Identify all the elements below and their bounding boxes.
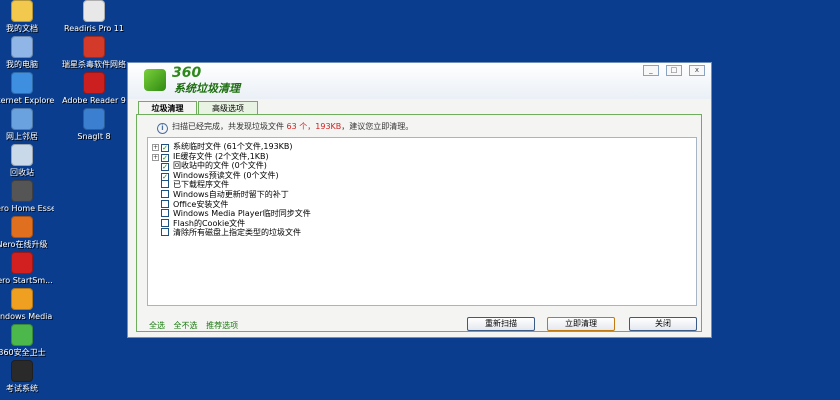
item-checkbox[interactable] — [161, 180, 169, 189]
cleanup-panel: i 扫描已经完成，共发现垃圾文件 63 个，193KB，建议您立即清理。 + ✓ 系统… — [136, 114, 702, 332]
readiris-icon — [83, 0, 105, 22]
desktop-icon-label: Nero Home Essenti... — [0, 204, 54, 213]
exam-system-icon — [11, 360, 33, 382]
computer-icon — [11, 36, 33, 58]
nero-update-icon — [11, 216, 33, 238]
item-label: Flash的Cookie文件 — [173, 218, 246, 228]
junk-category-list: + ✓ 系统临时文件 (61个文件,193KB) + ✓ IE缓存文件 (2个文件,1KB… — [147, 137, 697, 306]
item-checkbox[interactable] — [161, 190, 169, 198]
desktop-icon-label: 考试系统 — [6, 384, 38, 393]
desktop-icon[interactable]: Nero StartSm... — [0, 252, 54, 285]
desktop-icon[interactable]: Internet Explorer — [0, 72, 54, 105]
window-controls: _ □ x — [641, 65, 705, 84]
select-none-link[interactable]: 全不选 — [174, 321, 198, 330]
desktop-icon-label: 网上邻居 — [6, 132, 38, 141]
list-item[interactable]: + ✓ 系统临时文件 (61个文件,193KB) — [152, 142, 293, 152]
list-item[interactable]: 清除所有磁盘上指定类型的垃圾文件 — [152, 228, 301, 237]
desktop-icon-label: Adobe Reader 9 — [62, 96, 126, 105]
nero-home-icon — [11, 180, 33, 202]
adobe-reader-icon — [83, 72, 105, 94]
list-item[interactable]: Windows Media Player临时同步文件 — [152, 209, 311, 218]
item-checkbox[interactable] — [161, 218, 169, 227]
desktop-icon[interactable]: 我的文档 — [0, 0, 54, 33]
clean-now-button[interactable]: 立即清理 — [547, 317, 615, 331]
nero-startsmart-icon — [11, 252, 33, 274]
item-label: 清除所有磁盘上指定类型的垃圾文件 — [173, 228, 301, 238]
scan-status-count: 63 个，193KB — [286, 122, 342, 131]
expand-icon[interactable]: + — [152, 144, 159, 151]
desktop-icon-label: Nero在线升级 — [0, 240, 48, 249]
logo-number: 360 — [172, 65, 202, 81]
select-all-link[interactable]: 全选 — [149, 321, 165, 330]
desktop-icon[interactable]: 网上邻居 — [0, 108, 54, 141]
close-button[interactable]: 关闭 — [629, 317, 697, 331]
desktop-icon-label: 回收站 — [10, 168, 34, 177]
desktop-icon[interactable]: Nero Home Essenti... — [0, 180, 54, 213]
360-safe-icon — [11, 324, 33, 346]
maximize-button[interactable]: □ — [665, 65, 682, 76]
desktop-icon[interactable]: Windows Media Player — [0, 288, 54, 321]
list-item[interactable]: 已下载程序文件 — [152, 180, 229, 189]
list-item[interactable]: ✓ 回收站中的文件 (0个文件) — [152, 161, 267, 172]
desktop-icon-label: SnagIt 8 — [77, 132, 111, 141]
leaf-logo-icon — [144, 69, 166, 91]
item-label: Windows预读文件 (0个文件) — [173, 170, 279, 180]
desktop-icon-label: Windows Media Player — [0, 312, 54, 321]
desktop-icon-label: 360安全卫士 — [0, 348, 46, 357]
expand-icon[interactable]: + — [152, 153, 159, 161]
recommended-link[interactable]: 推荐选项 — [206, 321, 238, 330]
desktop-icon[interactable]: Readiris Pro 11 — [62, 0, 126, 33]
desktop-icon[interactable]: Adobe Reader 9 — [62, 72, 126, 105]
item-label: Office安装文件 — [173, 199, 229, 209]
list-item[interactable]: + ✓ IE缓存文件 (2个文件,1KB) — [152, 151, 269, 162]
desktop-icon[interactable]: Nero在线升级 — [0, 216, 54, 249]
desktop-icon[interactable]: SnagIt 8 — [62, 108, 126, 141]
rising-antivirus-icon — [83, 36, 105, 58]
item-label: Windows自动更新时留下的补丁 — [173, 190, 289, 199]
folder-icon — [11, 0, 33, 22]
scan-status-suffix: ，建议您立即清理。 — [341, 122, 414, 131]
app-logo: 360 系统垃圾清理 — [144, 65, 264, 95]
list-item[interactable]: Windows自动更新时留下的补丁 — [152, 190, 289, 199]
media-player-icon — [11, 288, 33, 310]
desktop-icon-label: Readiris Pro 11 — [64, 24, 124, 33]
logo-name: 系统垃圾清理 — [174, 82, 240, 95]
title-bar[interactable]: 360 系统垃圾清理 _ □ x — [128, 63, 711, 99]
item-label: 系统临时文件 (61个文件,193KB) — [173, 142, 293, 151]
tab-advanced[interactable]: 高级选项 — [198, 101, 258, 115]
item-label: Windows Media Player临时同步文件 — [173, 209, 311, 219]
recycle-bin-icon — [11, 144, 33, 166]
list-item[interactable]: ✓ Windows预读文件 (0个文件) — [152, 170, 279, 181]
network-icon — [11, 108, 33, 130]
item-label: IE缓存文件 (2个文件,1KB) — [173, 151, 269, 161]
cleanup-window: 360 系统垃圾清理 _ □ x 垃圾清理 高级选项 i 扫描已经完成，共发现垃圾… — [127, 62, 712, 338]
minimize-button[interactable]: _ — [642, 65, 659, 76]
snagit-icon — [83, 108, 105, 130]
desktop-icon-label: 瑞星杀毒软件网络版 — [62, 60, 126, 69]
item-checkbox[interactable] — [161, 228, 169, 237]
ie-icon — [11, 72, 33, 94]
desktop-icon-label: 我的文档 — [6, 24, 38, 33]
list-item[interactable]: Flash的Cookie文件 — [152, 218, 246, 228]
selection-links: 全选 全不选 推荐选项 — [149, 320, 244, 331]
desktop-icon-label: Internet Explorer — [0, 96, 54, 105]
desktop-icon-label: Nero StartSm... — [0, 276, 53, 285]
list-item[interactable]: Office安装文件 — [152, 199, 229, 209]
desktop-icon[interactable]: 我的电脑 — [0, 36, 54, 69]
close-window-button[interactable]: x — [689, 65, 705, 76]
desktop-icon[interactable]: 瑞星杀毒软件网络版 — [62, 36, 126, 69]
item-label: 已下载程序文件 — [173, 180, 229, 190]
info-icon: i — [157, 123, 168, 134]
scan-status: i 扫描已经完成，共发现垃圾文件 63 个，193KB，建议您立即清理。 — [157, 121, 413, 134]
desktop-icon[interactable]: 回收站 — [0, 144, 54, 177]
item-label: 回收站中的文件 (0个文件) — [173, 161, 267, 171]
scan-status-prefix: 扫描已经完成，共发现垃圾文件 — [172, 122, 284, 131]
desktop-icon-label: 我的电脑 — [6, 60, 38, 69]
item-checkbox[interactable] — [161, 209, 169, 218]
item-checkbox[interactable] — [161, 199, 169, 208]
desktop-icon[interactable]: 考试系统 — [0, 360, 54, 393]
rescan-button[interactable]: 重新扫描 — [467, 317, 535, 331]
desktop-icon[interactable]: 360安全卫士 — [0, 324, 54, 357]
